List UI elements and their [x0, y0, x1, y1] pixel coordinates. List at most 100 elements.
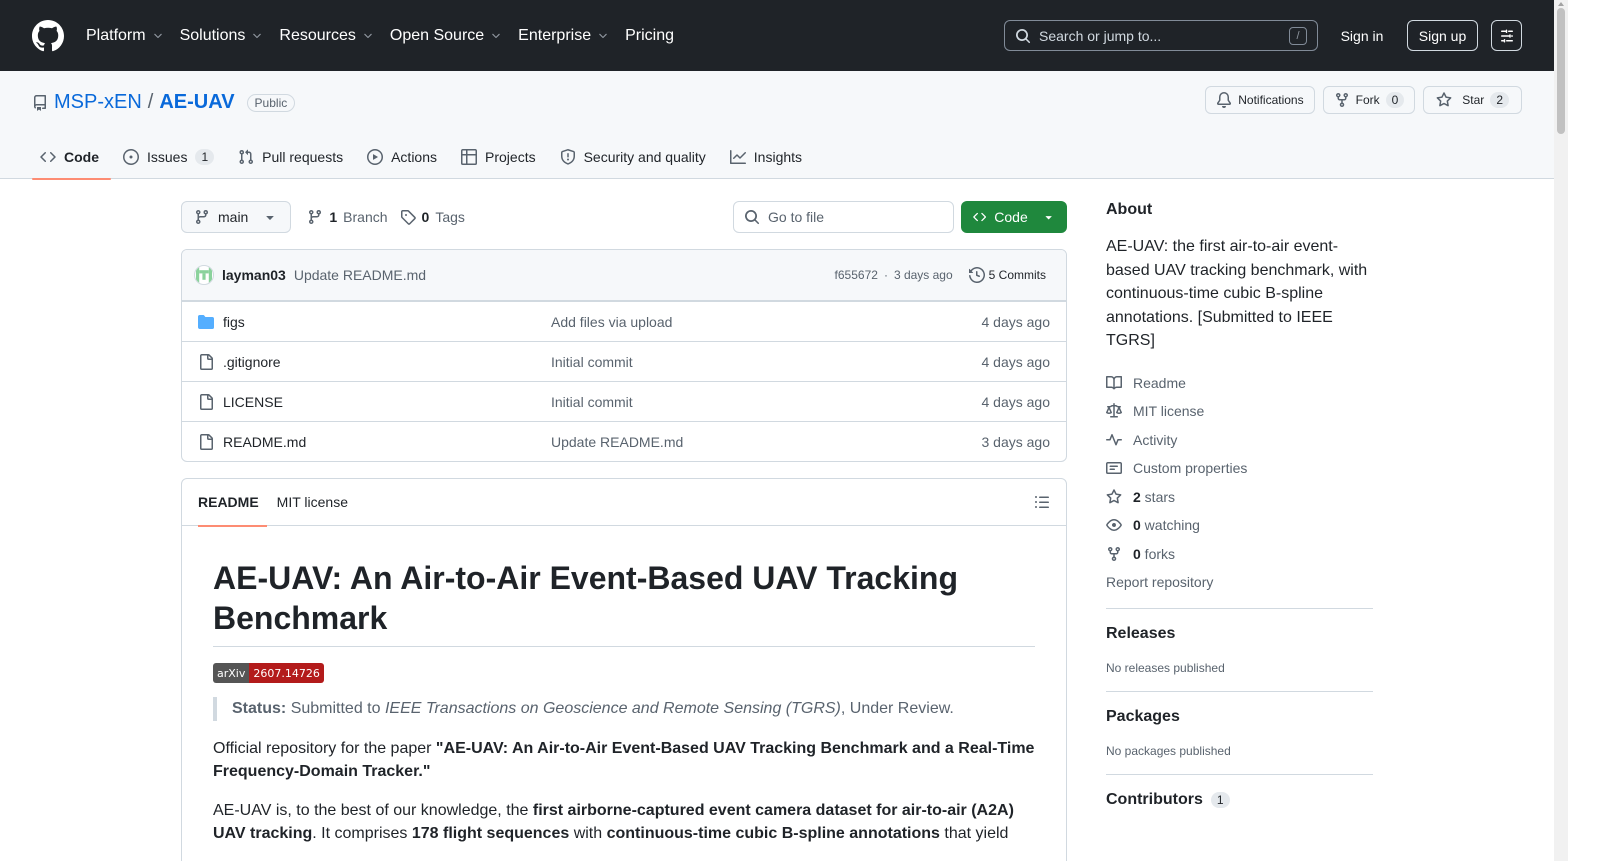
contributors-count: 1 — [1210, 792, 1230, 808]
code-icon — [40, 151, 56, 163]
readme-link-label: Readme — [1133, 374, 1186, 391]
notifications-button[interactable]: Notifications — [1205, 86, 1315, 114]
sign-in-link[interactable]: Sign in — [1326, 20, 1398, 51]
file-name-link[interactable]: README.md — [223, 434, 551, 450]
branches-link[interactable]: 1 Branch — [307, 209, 388, 225]
law-icon — [1106, 403, 1122, 418]
file-row-gitignore[interactable]: .gitignore Initial commit 4 days ago — [182, 341, 1066, 381]
commit-meta: f655672 · 3 days ago 5 Commits — [835, 267, 1046, 283]
star-icon — [1436, 92, 1452, 107]
play-icon — [367, 149, 384, 165]
tab-actions[interactable]: Actions — [359, 135, 449, 179]
latest-commit-bar: layman03 Update README.md f655672 · 3 da… — [182, 250, 1066, 301]
search-icon — [1016, 28, 1031, 43]
global-nav-pricing[interactable]: Pricing — [625, 27, 674, 45]
commit-message-link[interactable]: Update README.md — [294, 267, 426, 283]
report-repository-link[interactable]: Report repository — [1106, 568, 1373, 596]
releases-heading[interactable]: Releases — [1106, 625, 1373, 643]
sign-up-button[interactable]: Sign up — [1407, 20, 1478, 51]
tab-projects[interactable]: Projects — [453, 135, 548, 179]
contributors-heading[interactable]: Contributors — [1106, 791, 1203, 809]
fork-icon — [1108, 546, 1120, 561]
page-scrollbar[interactable] — [1554, 0, 1568, 861]
triangle-down-icon — [1045, 216, 1052, 220]
branch-selector[interactable]: main — [181, 201, 292, 233]
sliders-icon — [1500, 29, 1513, 42]
scroll-up-arrow-icon[interactable] — [1557, 0, 1565, 8]
file-name-link[interactable]: LICENSE — [223, 394, 551, 410]
main-content: main 1 Branch 0 Tags Go to file Code lay… — [181, 201, 1067, 861]
branch-icon — [195, 210, 208, 225]
github-logo-icon[interactable] — [32, 19, 64, 52]
tab-insights-label: Insights — [753, 149, 803, 165]
file-commit-message-link[interactable]: Add files via upload — [551, 314, 982, 330]
file-icon — [200, 353, 213, 370]
go-to-file-input[interactable]: Go to file — [733, 201, 954, 233]
tags-link[interactable]: 0 Tags — [400, 209, 465, 225]
watchers-link[interactable]: 0 watching — [1106, 511, 1373, 540]
status-label: Status: — [232, 700, 287, 717]
file-row-readme[interactable]: README.md Update README.md 3 days ago — [182, 421, 1066, 461]
fork-button[interactable]: Fork 0 — [1322, 86, 1416, 114]
star-count: 2 — [1490, 92, 1509, 108]
tab-security[interactable]: Security and quality — [552, 135, 718, 179]
avatar[interactable] — [194, 265, 214, 285]
global-nav-enterprise[interactable]: Enterprise — [518, 27, 609, 45]
tab-readme[interactable]: README — [190, 479, 267, 527]
arxiv-badge-label: arXiv — [213, 663, 250, 683]
tab-code[interactable]: Code — [32, 135, 111, 180]
commit-hash-link[interactable]: f655672 — [835, 268, 878, 282]
star-button[interactable]: Star 2 — [1423, 86, 1522, 114]
tab-issues[interactable]: Issues 1 — [115, 135, 226, 179]
file-commit-message-link[interactable]: Update README.md — [551, 434, 982, 450]
file-commit-time: 4 days ago — [981, 393, 1051, 410]
releases-empty-text: No releases published — [1106, 661, 1225, 675]
file-row-license[interactable]: LICENSE Initial commit 4 days ago — [182, 381, 1066, 421]
scrollbar-thumb[interactable] — [1557, 8, 1565, 134]
repo-owner-link[interactable]: MSP-xEN — [54, 91, 142, 114]
global-nav-resources[interactable]: Resources — [279, 27, 373, 45]
about-heading: About — [1106, 201, 1153, 218]
tab-mit-license[interactable]: MIT license — [269, 479, 356, 526]
repo-name-link[interactable]: AE-UAV — [159, 91, 234, 114]
file-row-figs[interactable]: figs Add files via upload 4 days ago — [182, 301, 1066, 341]
tab-pull-requests[interactable]: Pull requests — [230, 135, 355, 179]
global-nav-solutions[interactable]: Solutions — [180, 27, 264, 45]
settings-menu-button[interactable] — [1491, 20, 1522, 51]
sidebar-divider — [1106, 608, 1373, 609]
list-unordered-icon[interactable] — [1034, 494, 1050, 510]
readme-link[interactable]: Readme — [1106, 369, 1373, 398]
branch-icon — [309, 210, 322, 225]
repo-title: MSP-xEN / AE-UAV Public — [32, 91, 296, 114]
global-search[interactable]: Search or jump to... / — [1004, 20, 1318, 51]
readme-panel: README MIT license AE-UAV: An Air-to-Air… — [181, 478, 1067, 861]
tab-pull-requests-label: Pull requests — [262, 149, 344, 165]
readme-title: AE-UAV: An Air-to-Air Event-Based UAV Tr… — [213, 558, 1035, 647]
custom-properties-link[interactable]: Custom properties — [1106, 454, 1373, 483]
packages-heading[interactable]: Packages — [1106, 708, 1373, 726]
global-nav-platform[interactable]: Platform — [86, 27, 164, 45]
chevron-down-icon — [253, 33, 262, 38]
code-dropdown-button[interactable]: Code — [961, 201, 1067, 233]
chevron-down-icon — [492, 33, 500, 38]
file-name-link[interactable]: figs — [223, 314, 551, 330]
about-links: Readme MIT license Activity Custom prope… — [1106, 369, 1373, 597]
file-commit-message-link[interactable]: Initial commit — [551, 394, 982, 410]
identicon-icon — [196, 267, 212, 283]
global-nav-open-source[interactable]: Open Source — [390, 27, 502, 45]
stars-link[interactable]: 2 stars — [1106, 483, 1373, 512]
file-name-link[interactable]: .gitignore — [223, 354, 551, 370]
license-link-label: MIT license — [1133, 403, 1205, 420]
arxiv-badge[interactable]: arXiv 2607.14726 — [213, 663, 324, 683]
search-placeholder: Search or jump to... — [1039, 27, 1162, 44]
commit-author-link[interactable]: layman03 — [222, 267, 286, 283]
file-commit-message-link[interactable]: Initial commit — [551, 354, 982, 370]
about-description: AE-UAV: the first air-to-air event-based… — [1106, 238, 1368, 349]
tab-insights[interactable]: Insights — [722, 135, 814, 179]
activity-link[interactable]: Activity — [1106, 426, 1373, 455]
forks-link[interactable]: 0 forks — [1106, 540, 1373, 569]
packages-empty-text: No packages published — [1106, 744, 1231, 758]
commits-history-link[interactable]: 5 Commits — [968, 267, 1046, 283]
license-link[interactable]: MIT license — [1106, 397, 1373, 426]
file-commit-time: 4 days ago — [981, 353, 1051, 370]
